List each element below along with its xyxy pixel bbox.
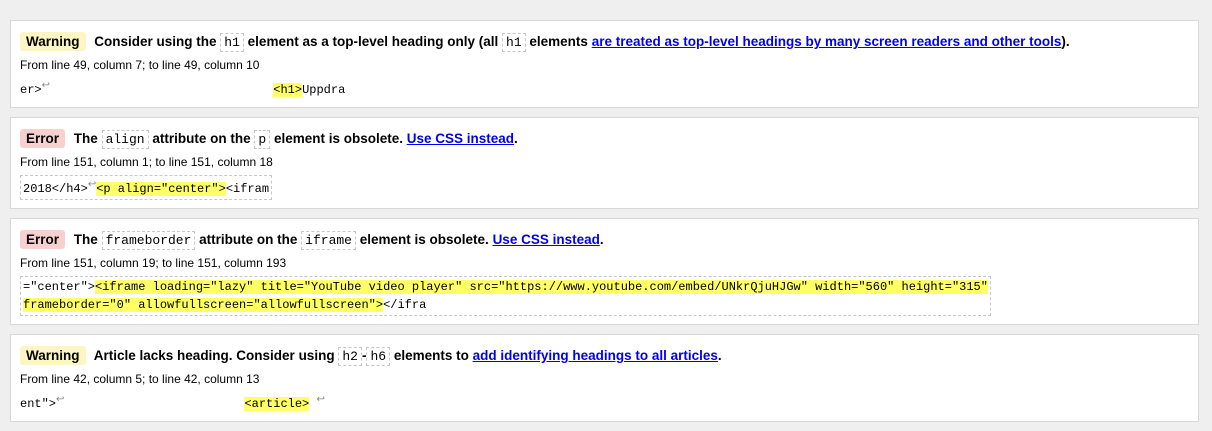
message-error-align: Error The align attribute on the p eleme…: [10, 117, 1199, 209]
help-link[interactable]: Use CSS instead: [407, 131, 514, 146]
extract-text: ="center">: [23, 280, 96, 294]
validator-results: Warning Consider using the h1 element as…: [10, 20, 1199, 431]
code-extract: ent">↩ <article> ↩: [20, 392, 1189, 413]
error-badge: Error: [20, 129, 66, 148]
location-text: From line 49, column 7; to line 49, colu…: [20, 58, 260, 72]
element-name: p: [254, 130, 271, 149]
text-part: .: [599, 232, 604, 247]
warning-badge: Warning: [20, 346, 86, 365]
text-part: Article lacks heading. Consider using: [93, 348, 335, 363]
text-part: The: [73, 131, 98, 146]
message-warning-h1: Warning Consider using the h1 element as…: [10, 20, 1199, 108]
extract-gap: [64, 397, 244, 411]
location-text: From line 42, column 5; to line 42, colu…: [20, 372, 260, 386]
help-link[interactable]: are treated as top-level headings by man…: [592, 34, 1062, 49]
extract-highlight: <article>: [244, 397, 310, 411]
text-part: ).: [1061, 34, 1070, 49]
text-part: attribute on the: [152, 131, 251, 146]
code-extract: 2018</h4>↩<p align="center"><ifram: [20, 175, 273, 200]
message-warning-article: Warning Article lacks heading. Consider …: [10, 334, 1199, 422]
text-part: .: [514, 131, 518, 146]
element-name: h1: [220, 33, 244, 52]
message-text: Error The frameborder attribute on the i…: [20, 229, 1189, 252]
extract-text: <ifram: [225, 182, 270, 196]
code-extract: ="center"><iframe loading="lazy" title="…: [20, 276, 991, 316]
return-icon: ↩: [41, 81, 50, 92]
extract-text: 2018</h4>: [23, 182, 88, 196]
element-name: iframe: [301, 231, 356, 250]
text-part: Consider using the: [94, 34, 217, 49]
help-link[interactable]: add identifying headings to all articles: [473, 348, 718, 363]
extract-gap: [50, 83, 273, 97]
message-text: Error The align attribute on the p eleme…: [20, 128, 1189, 151]
text-part: .: [717, 348, 722, 363]
extract-highlight: <p align="center">: [96, 182, 226, 196]
text-part: elements to: [393, 348, 469, 363]
extract-highlight: <h1>: [273, 83, 303, 97]
extract-text: er>: [20, 83, 42, 97]
element-name: h2: [338, 347, 362, 366]
element-name: h1: [502, 33, 526, 52]
help-link[interactable]: Use CSS instead: [493, 232, 600, 247]
message-error-frameborder: Error The frameborder attribute on the i…: [10, 218, 1199, 325]
return-icon: ↩: [316, 395, 325, 406]
message-text: Warning Consider using the h1 element as…: [20, 31, 1189, 54]
text-part: The: [73, 232, 98, 247]
location-text: From line 151, column 1; to line 151, co…: [20, 155, 273, 169]
text-part: element as a top-level heading only (all: [247, 34, 499, 49]
error-badge: Error: [20, 230, 66, 249]
extract-text: Uppdra: [302, 83, 346, 97]
text-part: attribute on the: [199, 232, 298, 247]
attribute-name: align: [101, 130, 149, 149]
text-part: element is obsolete.: [273, 131, 403, 146]
code-extract: er>↩ <h1>Uppdra: [20, 78, 1189, 99]
extract-text: </ifra: [383, 298, 427, 312]
return-icon: ↩: [87, 180, 97, 191]
extract-highlight: <iframe loading="lazy" title="YouTube vi…: [95, 280, 988, 294]
extract-highlight: frameborder="0" allowfullscreen="allowfu…: [23, 298, 384, 312]
attribute-name: frameborder: [101, 231, 196, 250]
text-part: element is obsolete.: [359, 232, 489, 247]
message-text: Warning Article lacks heading. Consider …: [20, 345, 1189, 368]
location-text: From line 151, column 19; to line 151, c…: [20, 256, 287, 270]
extract-text: ent">: [20, 397, 57, 411]
text-part: elements: [529, 34, 588, 49]
warning-badge: Warning: [20, 32, 86, 51]
element-name: h6: [366, 347, 391, 366]
